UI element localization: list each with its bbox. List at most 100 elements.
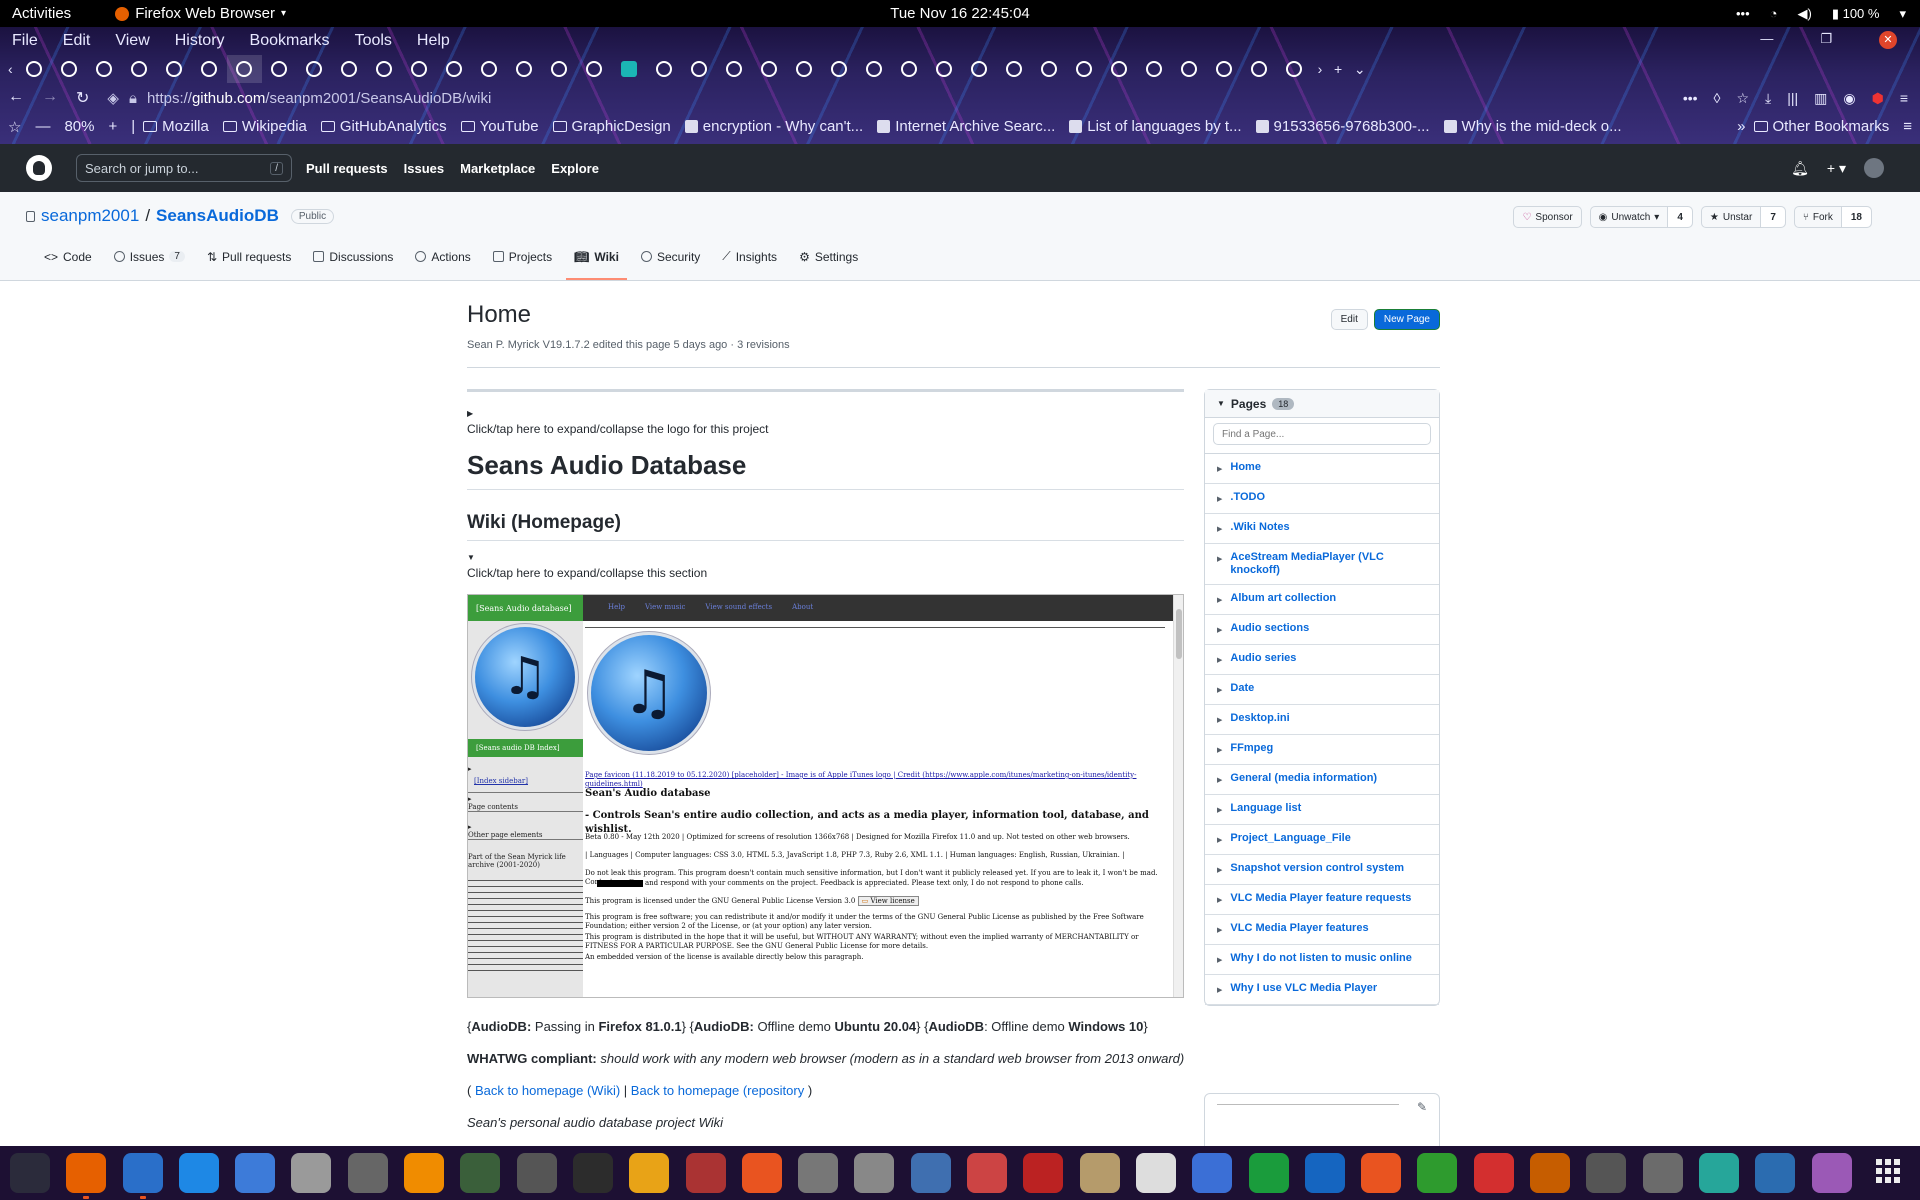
terminal-add-icon[interactable] [460, 1153, 501, 1193]
nav-pull-requests[interactable]: Pull requests [306, 161, 388, 176]
bookmark-item[interactable]: Internet Archive Searc... [877, 118, 1055, 135]
page-link[interactable]: FFmpeg [1230, 742, 1273, 757]
new-tab-icon[interactable]: › + ⌄ [1318, 61, 1366, 78]
fork-button[interactable]: ⑂ Fork 18 [1793, 206, 1872, 228]
menu-history[interactable]: History [175, 32, 225, 50]
caret-right-icon[interactable]: ▶ [1217, 864, 1222, 877]
browser-tab[interactable] [437, 55, 472, 83]
expand-triangle-icon[interactable]: ▶ [467, 409, 1184, 418]
update-icon[interactable] [1361, 1153, 1402, 1193]
libreoffice-writer-icon[interactable] [122, 1153, 163, 1199]
embed-scrollbar[interactable] [1173, 595, 1183, 997]
tab-issues[interactable]: Issues 7 [106, 249, 193, 280]
caret-right-icon[interactable]: ▶ [1217, 594, 1222, 607]
browser-tab-cyan[interactable] [612, 55, 647, 83]
scrollbar-thumb[interactable] [1176, 609, 1182, 659]
menu-help[interactable]: Help [417, 32, 450, 50]
logo-expand-caption[interactable]: Click/tap here to expand/collapse the lo… [467, 422, 1184, 436]
bookmark-item[interactable]: Why is the mid-deck o... [1443, 118, 1622, 135]
back-icon[interactable]: ← [8, 88, 24, 108]
caret-right-icon[interactable]: ▶ [1217, 984, 1222, 997]
caret-right-icon[interactable]: ▶ [1217, 684, 1222, 697]
star-count[interactable]: 7 [1760, 207, 1785, 227]
find-page-input[interactable] [1213, 423, 1431, 445]
page-link[interactable]: AceStream MediaPlayer (VLC knockoff) [1230, 551, 1431, 577]
image-viewer-icon[interactable] [798, 1153, 839, 1193]
tab-insights[interactable]: ⟋ Insights [714, 249, 785, 280]
browser-tab[interactable] [962, 55, 997, 83]
browser-tab[interactable] [192, 55, 227, 83]
library-icon[interactable]: ||| [1787, 90, 1798, 107]
browser-tab[interactable] [472, 55, 507, 83]
caret-right-icon[interactable]: ▶ [1217, 924, 1222, 937]
embed-link-view-sound-effects[interactable]: View sound effects [705, 603, 772, 611]
page-link[interactable]: VLC Media Player feature requests [1230, 892, 1411, 907]
page-list-item[interactable]: ▶ FFmpeg [1205, 735, 1439, 765]
browser-tab[interactable] [542, 55, 577, 83]
page-link[interactable]: Desktop.ini [1230, 712, 1289, 727]
browser-tab[interactable] [402, 55, 437, 83]
page-link[interactable]: Why I use VLC Media Player [1230, 982, 1377, 997]
tab-settings[interactable]: ⚙ Settings [791, 249, 866, 280]
software-center-icon[interactable] [741, 1153, 782, 1193]
page-link[interactable]: Album art collection [1230, 592, 1336, 607]
account-icon[interactable]: ◉ [1843, 90, 1855, 107]
embed-link-view-music[interactable]: View music [645, 603, 685, 611]
url-text[interactable]: https://github.com/seanpm2001/SeansAudio… [147, 90, 491, 107]
character-map-icon[interactable] [1135, 1153, 1176, 1193]
caret-right-icon[interactable]: ▶ [1217, 714, 1222, 727]
page-link[interactable]: Home [1230, 461, 1261, 476]
browser-tab[interactable] [647, 55, 682, 83]
cheese-icon[interactable] [1586, 1153, 1627, 1193]
hamburger-menu-icon[interactable]: ≡ [1903, 118, 1912, 135]
calculator-icon[interactable] [629, 1153, 670, 1193]
watch-button[interactable]: ◉ Unwatch ▾ 4 [1589, 206, 1693, 228]
pocket-icon[interactable]: ◊ [1714, 90, 1721, 107]
page-link[interactable]: Date [1230, 682, 1254, 697]
browser-tab[interactable] [1032, 55, 1067, 83]
page-list-item[interactable]: ▶ Audio series [1205, 645, 1439, 675]
menu-bookmarks[interactable]: Bookmarks [250, 32, 330, 50]
embed-index-sidebar[interactable]: [Index sidebar] [474, 777, 589, 785]
browser-tab[interactable] [122, 55, 157, 83]
tab-pull-requests[interactable]: ⇅ Pull requests [199, 249, 299, 280]
browser-tab[interactable] [717, 55, 752, 83]
browser-tab[interactable] [52, 55, 87, 83]
caret-right-icon[interactable]: ▶ [1217, 553, 1222, 577]
notification-bell-icon[interactable]: 🔔︎ [1791, 160, 1809, 177]
zoom-in-icon[interactable]: + [108, 118, 117, 135]
page-list-item[interactable]: ▶ Language list [1205, 795, 1439, 825]
page-link[interactable]: Audio series [1230, 652, 1296, 667]
alert-icon[interactable] [1473, 1153, 1514, 1193]
lock-icon[interactable]: 🔒︎ [129, 90, 137, 107]
page-list-item[interactable]: ▶ .Wiki Notes [1205, 514, 1439, 544]
tab-projects[interactable]: Projects [485, 249, 560, 280]
browser-tab[interactable] [367, 55, 402, 83]
sidebar-icon[interactable]: ▥ [1814, 90, 1827, 107]
page-link[interactable]: Why I do not listen to music online [1230, 952, 1412, 967]
hamburger-menu-icon[interactable]: ≡ [1900, 90, 1908, 107]
page-link[interactable]: Project_Language_File [1230, 832, 1350, 847]
browser-tab[interactable] [157, 55, 192, 83]
browser-tab[interactable] [857, 55, 892, 83]
edit-button[interactable]: Edit [1330, 309, 1368, 330]
disk-usage-icon[interactable] [854, 1153, 895, 1193]
browser-tab[interactable] [297, 55, 332, 83]
back-to-wiki-link[interactable]: Back to homepage (Wiki) [475, 1083, 620, 1098]
page-list-item[interactable]: ▶ Why I use VLC Media Player [1205, 975, 1439, 1005]
browser-tab[interactable] [577, 55, 612, 83]
thunderbird-icon[interactable] [1755, 1153, 1796, 1193]
caret-right-icon[interactable]: ▶ [1217, 463, 1222, 476]
calendar-icon[interactable] [1698, 1153, 1739, 1193]
browser-tab[interactable] [507, 55, 542, 83]
caret-right-icon[interactable]: ▶ [1217, 954, 1222, 967]
minimize-icon[interactable]: — [1760, 31, 1773, 49]
page-list-item[interactable]: ▶ Snapshot version control system [1205, 855, 1439, 885]
system-monitor-chart-icon[interactable] [685, 1153, 726, 1193]
firefox-icon[interactable] [66, 1153, 107, 1199]
browser-tab[interactable] [997, 55, 1032, 83]
browser-tab[interactable] [87, 55, 122, 83]
virtualbox-icon[interactable] [1304, 1153, 1345, 1193]
browser-tab[interactable] [822, 55, 857, 83]
browser-tab[interactable] [1242, 55, 1277, 83]
